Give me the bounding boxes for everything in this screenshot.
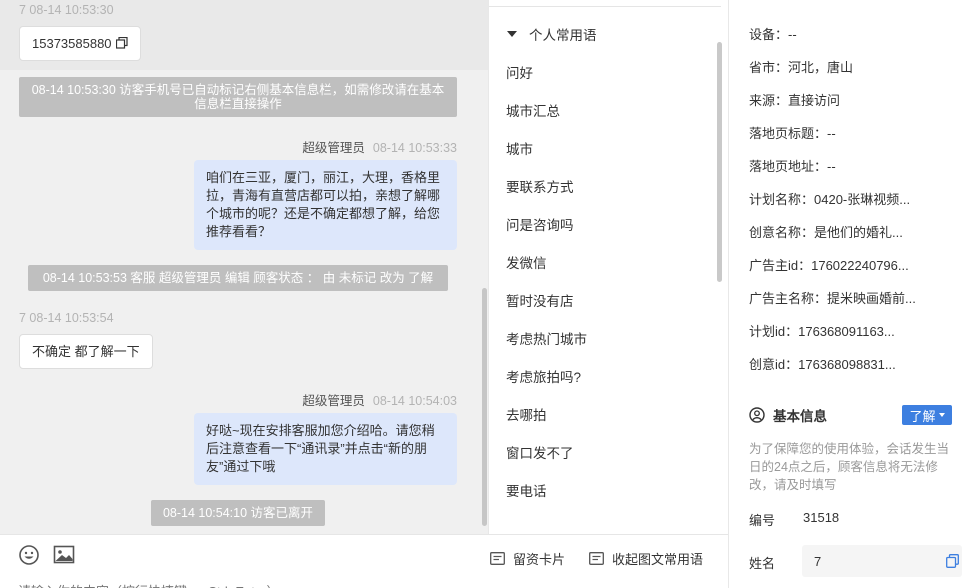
status-dropdown[interactable]: 了解 bbox=[902, 405, 952, 425]
visitor-message[interactable]: 不确定 都了解一下 bbox=[19, 334, 153, 369]
message-time: 08-14 10:54:03 bbox=[372, 394, 457, 408]
name-input[interactable] bbox=[814, 552, 934, 570]
chat-panel: 7 08-14 10:53:30 15373585880 08-14 10:53… bbox=[0, 0, 488, 534]
info-plan-id: 计划id：176368091163... bbox=[749, 324, 895, 339]
image-icon[interactable] bbox=[53, 544, 75, 566]
emoji-icon[interactable] bbox=[18, 544, 40, 566]
info-advertiser-name: 广告主名称：提米映画婚前... bbox=[749, 291, 916, 306]
system-message: 08-14 10:54:10 访客已离开 bbox=[151, 500, 325, 526]
composer: 留资卡片 收起图文常用语 bbox=[0, 534, 728, 588]
sender-name: 超级管理员 bbox=[302, 394, 365, 408]
lead-card-label: 留资卡片 bbox=[513, 552, 566, 567]
id-label: 编号 bbox=[749, 513, 776, 528]
sender-name: 超级管理员 bbox=[302, 141, 365, 155]
card-icon bbox=[490, 552, 505, 565]
message-meta: 7 08-14 10:53:30 bbox=[19, 3, 114, 17]
edit-notice: 为了保障您的使用体验，会话发生当日的24点之后，顾客信息将无法修改，请及时填写 bbox=[749, 442, 950, 492]
message-text: 15373585880 bbox=[32, 36, 112, 51]
info-creative-id: 创意id：176368098831... bbox=[749, 357, 896, 372]
agent-message[interactable]: 咱们在三亚，厦门，丽江，大理，香格里拉，青海有直营店都可以拍，亲想了解哪个城市的… bbox=[194, 160, 457, 250]
message-text: 不确定 都了解一下 bbox=[32, 344, 140, 359]
collapse-phrases-label: 收起图文常用语 bbox=[612, 552, 704, 567]
phrase-item[interactable]: 暂时没有店 bbox=[506, 290, 574, 310]
phrase-item[interactable]: 发微信 bbox=[506, 252, 547, 272]
caret-down-icon bbox=[938, 413, 945, 417]
info-landing-url: 落地页地址：-- bbox=[749, 159, 836, 174]
phrases-scrollbar[interactable] bbox=[717, 42, 722, 282]
phrase-group-header[interactable]: 个人常用语 bbox=[507, 24, 597, 44]
message-input[interactable] bbox=[18, 581, 458, 588]
copy-icon[interactable] bbox=[116, 37, 128, 49]
copy-icon[interactable] bbox=[946, 554, 959, 568]
message-meta: 7 08-14 10:53:54 bbox=[19, 311, 114, 325]
message-icon bbox=[589, 552, 604, 565]
info-landing-title: 落地页标题：-- bbox=[749, 126, 836, 141]
message-meta: 超级管理员 08-14 10:53:33 bbox=[302, 137, 457, 156]
phrase-item[interactable]: 考虑旅拍吗? bbox=[506, 366, 581, 386]
phrase-item[interactable]: 窗口发不了 bbox=[506, 442, 574, 462]
system-message: 08-14 10:53:30 访客手机号已自动标记右侧基本信息栏，如需修改请在基… bbox=[19, 77, 457, 117]
id-value: 31518 bbox=[803, 510, 840, 525]
system-message: 08-14 10:53:53 客服 超级管理员 编辑 顾客状态 ： 由 未标记 … bbox=[28, 265, 448, 291]
status-dropdown-label: 了解 bbox=[909, 408, 936, 424]
phrase-item[interactable]: 问好 bbox=[506, 62, 533, 82]
phrase-group-title: 个人常用语 bbox=[529, 28, 597, 43]
customer-info-panel: 设备：-- 省市：河北，唐山 来源：直接访问 落地页标题：-- 落地页地址：--… bbox=[728, 0, 978, 588]
name-field[interactable] bbox=[802, 545, 962, 577]
info-source: 来源：直接访问 bbox=[749, 93, 841, 108]
phrase-item[interactable]: 问是咨询吗 bbox=[506, 214, 574, 234]
phrase-item[interactable]: 要联系方式 bbox=[506, 176, 574, 196]
phrase-item[interactable]: 要电话 bbox=[506, 480, 547, 500]
agent-message[interactable]: 好哒~现在安排客服加您介绍哈。请您稍后注意查看一下“通讯录”并点击“新的朋友”通… bbox=[194, 413, 457, 485]
message-time: 08-14 10:53:33 bbox=[372, 141, 457, 155]
name-label: 姓名 bbox=[749, 556, 776, 571]
collapse-phrases-button[interactable]: 收起图文常用语 bbox=[589, 549, 703, 568]
caret-down-icon bbox=[507, 31, 517, 37]
info-region: 省市：河北，唐山 bbox=[749, 60, 854, 75]
visitor-message[interactable]: 15373585880 bbox=[19, 26, 142, 61]
lead-card-button[interactable]: 留资卡片 bbox=[490, 549, 565, 568]
chat-scrollbar[interactable] bbox=[482, 288, 487, 526]
info-plan-name: 计划名称：0420-张琳视频... bbox=[749, 192, 911, 207]
message-meta: 超级管理员 08-14 10:54:03 bbox=[302, 390, 457, 409]
phrase-item[interactable]: 去哪拍 bbox=[506, 404, 547, 424]
app-root: 7 08-14 10:53:30 15373585880 08-14 10:53… bbox=[0, 0, 978, 588]
phrase-item[interactable]: 城市汇总 bbox=[506, 100, 560, 120]
divider bbox=[489, 6, 721, 7]
phrase-item[interactable]: 城市 bbox=[506, 138, 533, 158]
user-icon bbox=[749, 407, 765, 423]
basic-info-title: 基本信息 bbox=[773, 409, 827, 424]
phrase-item[interactable]: 考虑热门城市 bbox=[506, 328, 587, 348]
info-device: 设备：-- bbox=[749, 27, 797, 42]
info-advertiser-id: 广告主id：176022240796... bbox=[749, 258, 909, 273]
basic-info-header: 基本信息 bbox=[749, 405, 827, 425]
info-creative-name: 创意名称：是他们的婚礼... bbox=[749, 225, 903, 240]
phrases-panel: 个人常用语 问好 城市汇总 城市 要联系方式 问是咨询吗 发微信 暂时没有店 考… bbox=[488, 0, 728, 534]
